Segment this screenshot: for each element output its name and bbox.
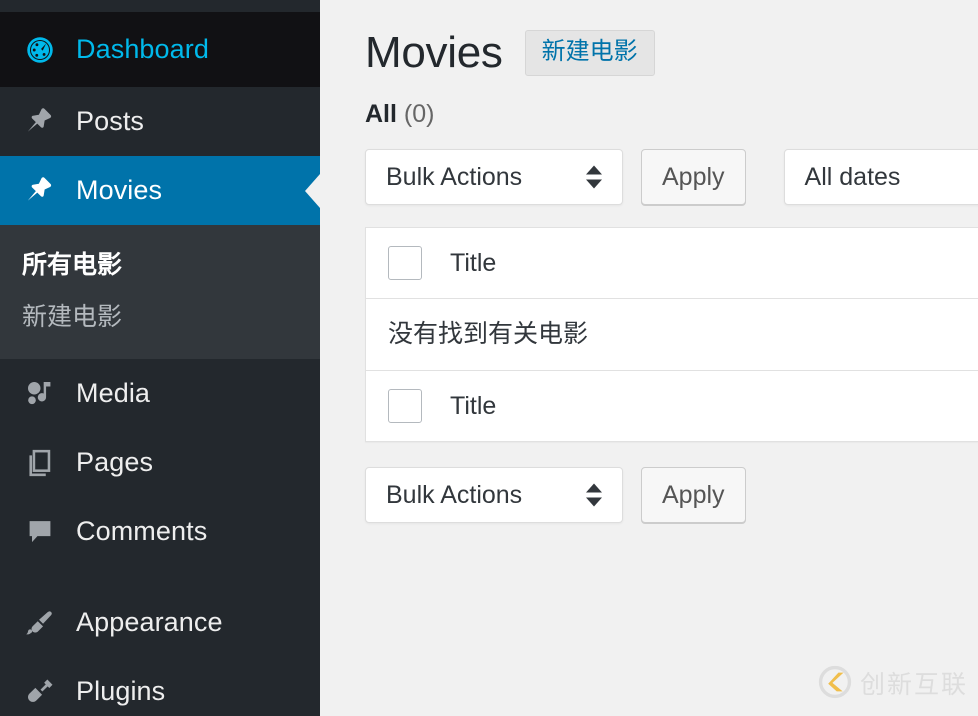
pin-icon xyxy=(22,173,58,209)
sidebar-item-label: Pages xyxy=(76,449,153,476)
select-all-checkbox-top[interactable] xyxy=(388,246,422,280)
page-header: Movies 新建电影 xyxy=(320,0,978,76)
bulk-actions-selected-value: Bulk Actions xyxy=(386,165,522,190)
sidebar-item-label: Comments xyxy=(76,518,207,545)
bulk-actions-select-bottom[interactable]: Bulk Actions xyxy=(365,467,623,523)
movies-list-table: Title 没有找到有关电影 Title xyxy=(365,227,978,442)
table-header-row: Title xyxy=(366,228,978,299)
select-stepper-icon xyxy=(586,484,602,507)
sidebar-item-comments[interactable]: Comments xyxy=(0,497,320,566)
sidebar-item-movies[interactable]: Movies xyxy=(0,156,320,225)
column-footer-title[interactable]: Title xyxy=(450,394,496,419)
table-footer-row: Title xyxy=(366,371,978,442)
main-content: Movies 新建电影 All (0) Bulk Actions Apply A… xyxy=(320,0,978,716)
filter-count-all: (0) xyxy=(404,100,435,128)
sidebar-item-pages[interactable]: Pages xyxy=(0,428,320,497)
page-title: Movies xyxy=(365,30,503,76)
sidebar-item-label: Posts xyxy=(76,108,144,135)
sidebar-item-label: Media xyxy=(76,380,150,407)
media-icon xyxy=(22,376,58,412)
pages-icon xyxy=(22,445,58,481)
brush-icon xyxy=(22,605,58,641)
current-menu-arrow-icon xyxy=(305,174,320,208)
date-filter-select[interactable]: All dates xyxy=(784,149,978,205)
comments-icon xyxy=(22,514,58,550)
date-filter-selected-value: All dates xyxy=(805,165,901,190)
filter-link-all[interactable]: All xyxy=(365,100,397,128)
submenu-item-label: 新建电影 xyxy=(22,297,122,333)
table-empty-row: 没有找到有关电影 xyxy=(366,299,978,371)
dashboard-icon xyxy=(22,32,58,68)
apply-button-top[interactable]: Apply xyxy=(641,149,746,205)
submenu-item-add-new-movie[interactable]: 新建电影 xyxy=(0,289,320,341)
menu-separator xyxy=(0,566,320,588)
submenu-item-label: 所有电影 xyxy=(22,245,122,281)
tablenav-top: Bulk Actions Apply All dates xyxy=(320,127,978,205)
submenu-item-all-movies[interactable]: 所有电影 xyxy=(0,237,320,289)
bulk-actions-selected-value: Bulk Actions xyxy=(386,483,522,508)
sidebar-item-label: Appearance xyxy=(76,609,223,636)
sidebar-item-label: Plugins xyxy=(76,678,165,705)
pin-icon xyxy=(22,104,58,140)
wordpress-admin-screen: Dashboard Posts Movies xyxy=(0,0,978,716)
select-all-checkbox-bottom[interactable] xyxy=(388,389,422,423)
tablenav-bottom: Bulk Actions Apply xyxy=(320,442,978,523)
admin-sidebar: Dashboard Posts Movies xyxy=(0,0,320,716)
plug-icon xyxy=(22,674,58,710)
no-items-message: 没有找到有关电影 xyxy=(388,322,588,347)
column-header-title[interactable]: Title xyxy=(450,251,496,276)
add-new-movie-button[interactable]: 新建电影 xyxy=(525,30,655,76)
sidebar-item-media[interactable]: Media xyxy=(0,359,320,428)
sidebar-item-appearance[interactable]: Appearance xyxy=(0,588,320,657)
submenu-movies: 所有电影 新建电影 xyxy=(0,225,320,359)
sidebar-item-dashboard[interactable]: Dashboard xyxy=(0,12,320,87)
admin-menu: Dashboard Posts Movies xyxy=(0,12,320,716)
status-filter-list: All (0) xyxy=(320,76,978,127)
sidebar-item-label: Movies xyxy=(76,177,162,204)
select-stepper-icon xyxy=(586,166,602,189)
sidebar-item-posts[interactable]: Posts xyxy=(0,87,320,156)
sidebar-item-plugins[interactable]: Plugins xyxy=(0,657,320,716)
bulk-actions-select-top[interactable]: Bulk Actions xyxy=(365,149,623,205)
apply-button-bottom[interactable]: Apply xyxy=(641,467,746,523)
sidebar-item-label: Dashboard xyxy=(76,36,209,63)
